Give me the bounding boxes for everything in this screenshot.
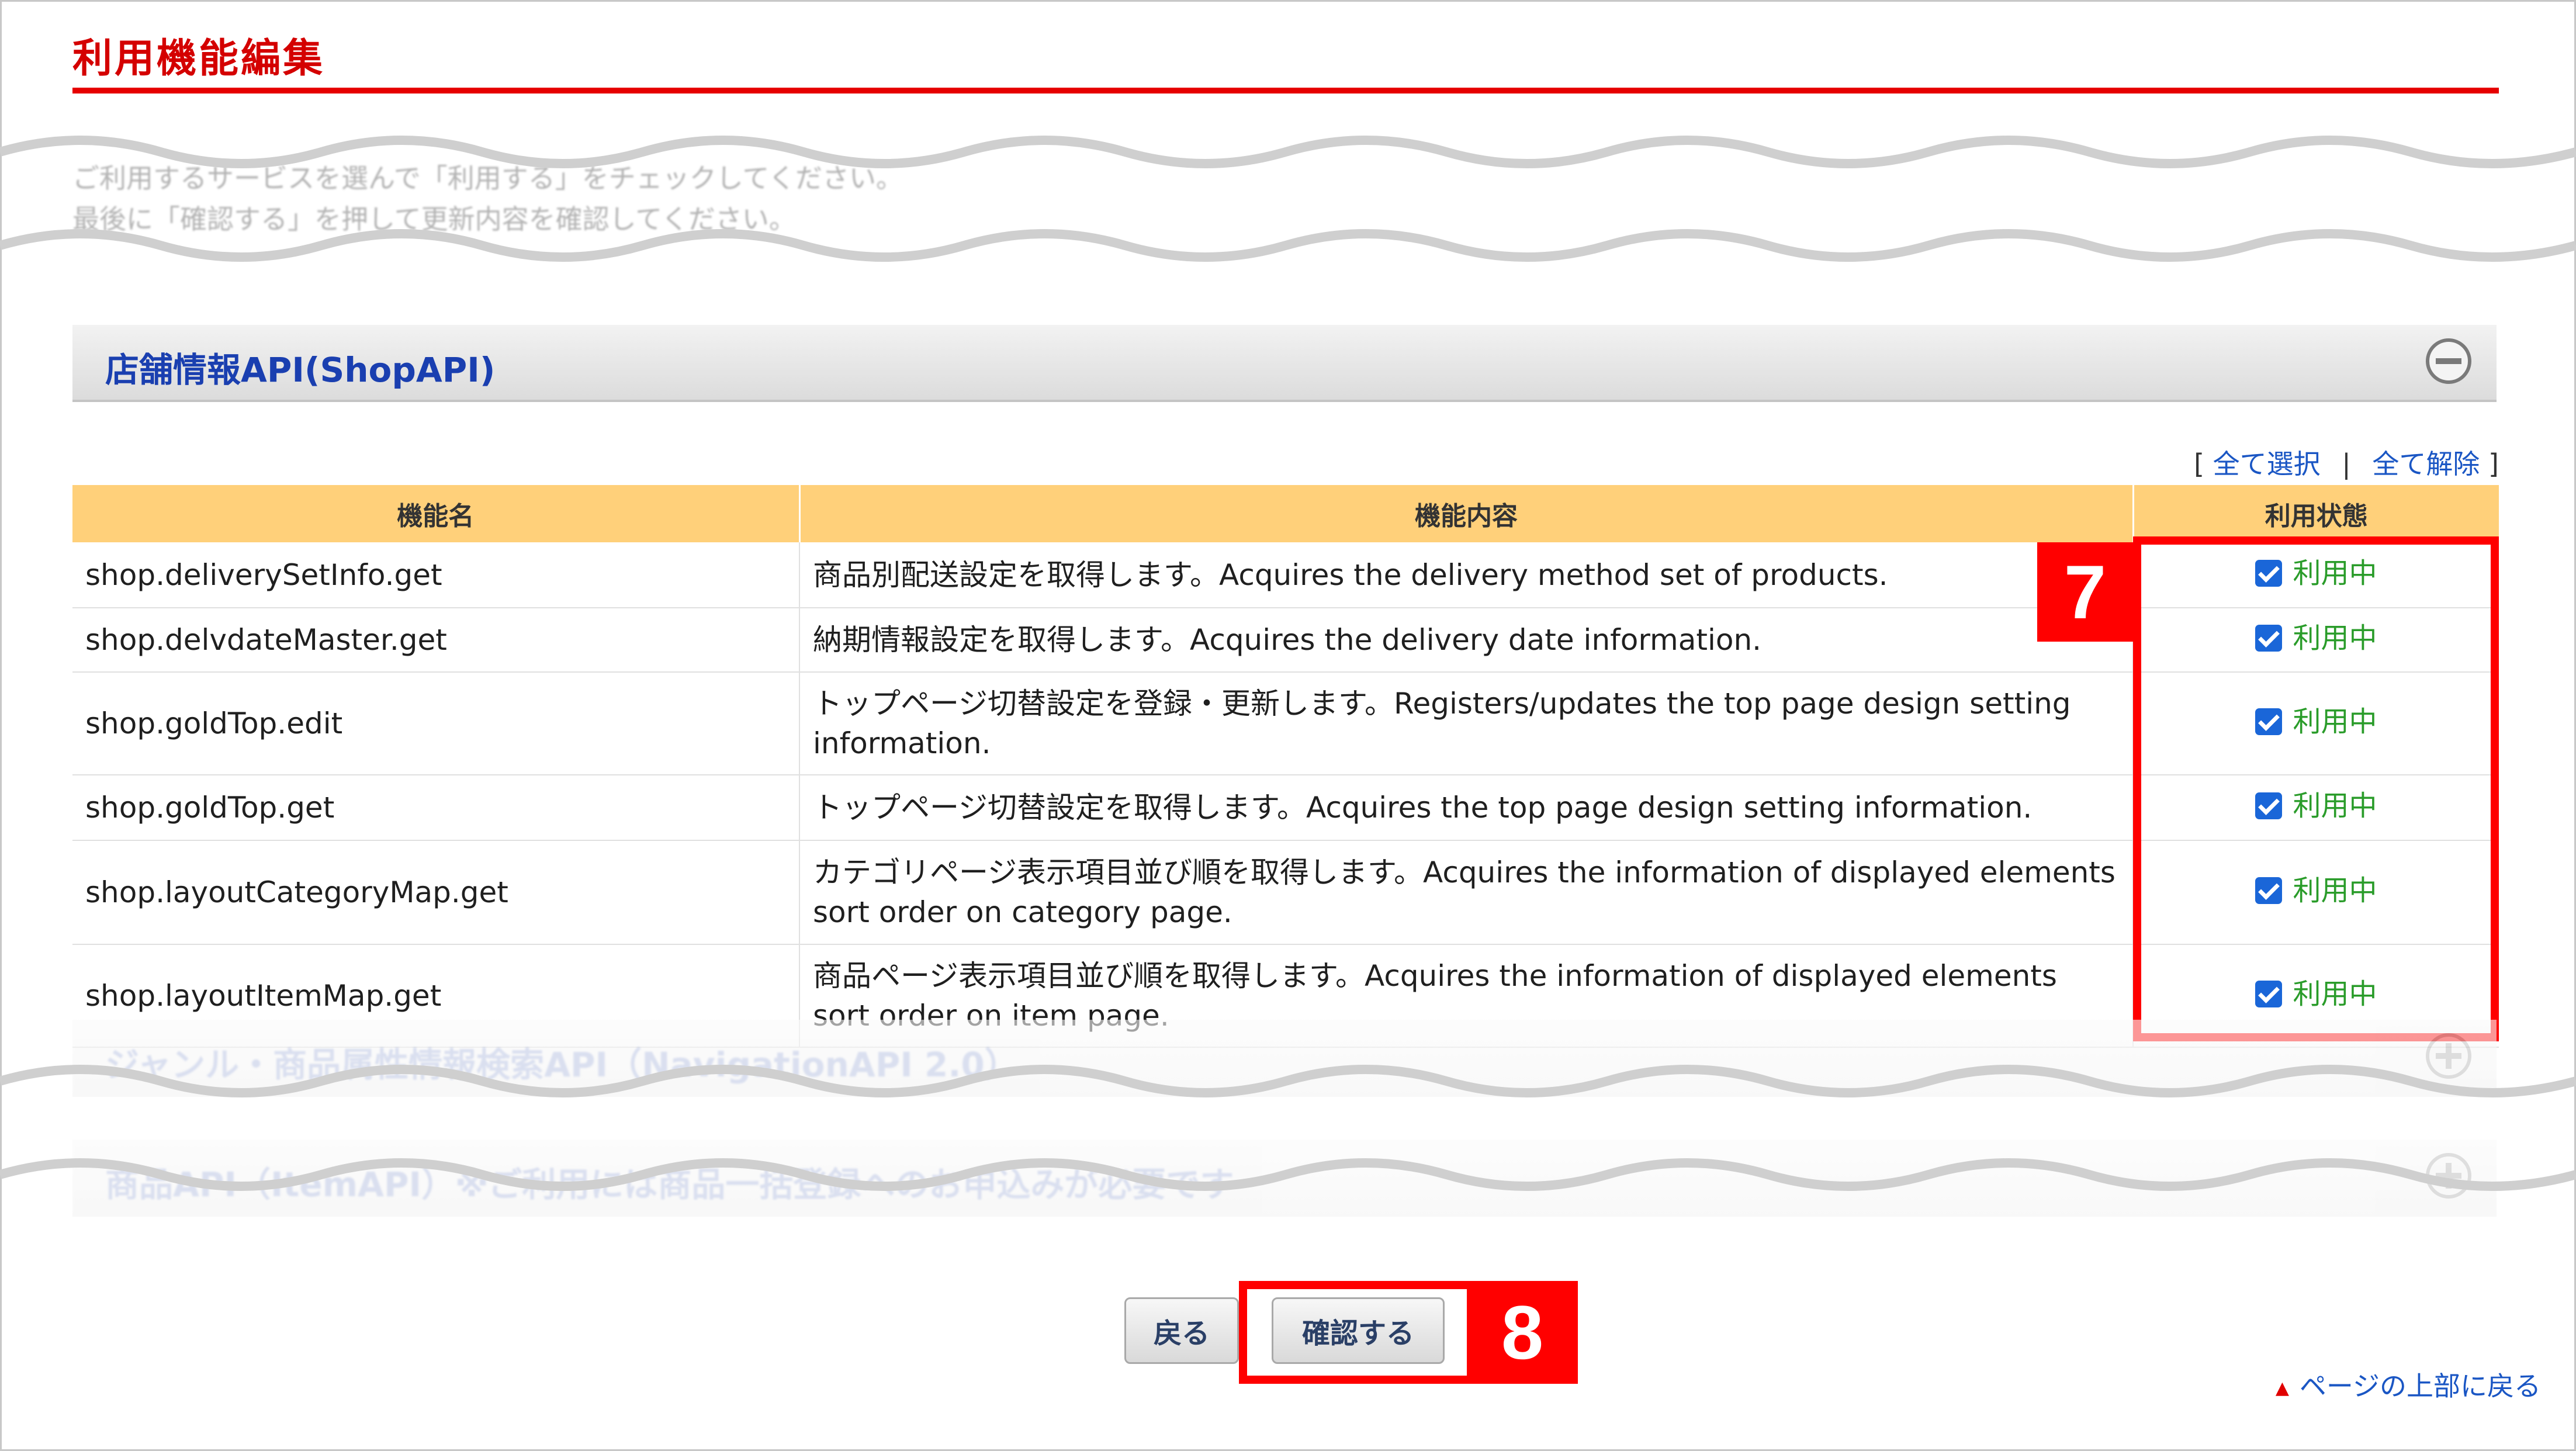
bracket-open: [ xyxy=(2194,448,2205,480)
header-function-name: 機能名 xyxy=(72,485,801,542)
highlight-box-status-column xyxy=(2133,536,2499,1041)
triangle-up-icon: ▲ xyxy=(2275,1378,2289,1398)
function-name: shop.goldTop.edit xyxy=(72,672,800,775)
cut-wave-top xyxy=(0,136,2576,262)
section-title: 店舗情報API(ShopAPI) xyxy=(105,350,496,390)
page-top-label: ページの上部に戻る xyxy=(2299,1370,2541,1402)
table-header-row: 機能名 機能内容 利用状態 xyxy=(72,485,2499,542)
function-description: 納期情報設定を取得します。Acquires the delivery date … xyxy=(799,608,2134,673)
header-function-description: 機能内容 xyxy=(799,485,2134,542)
back-button[interactable]: 戻る xyxy=(1124,1297,1239,1364)
minus-circle-icon[interactable] xyxy=(2424,337,2473,386)
bracket-close: ] xyxy=(2488,448,2499,480)
function-description: トップページ切替設定を取得します。Acquires the top page d… xyxy=(799,775,2134,841)
function-name: shop.goldTop.get xyxy=(72,775,800,841)
annotation-badge-8: 8 xyxy=(1467,1281,1578,1384)
page-top-link[interactable]: ▲ ページの上部に戻る xyxy=(2276,1365,2541,1404)
deselect-all-link[interactable]: 全て解除 xyxy=(2372,448,2480,480)
function-name: shop.layoutCategoryMap.get xyxy=(72,840,800,945)
page-title: 利用機能編集 xyxy=(72,36,326,82)
cut-wave-bottom xyxy=(0,1065,2576,1191)
title-divider xyxy=(72,88,2499,93)
function-description: 商品別配送設定を取得します。Acquires the delivery meth… xyxy=(799,542,2134,608)
link-separator: | xyxy=(2342,448,2351,480)
function-name: shop.delvdateMaster.get xyxy=(72,608,800,673)
function-description: トップページ切替設定を登録・更新します。Registers/updates th… xyxy=(799,672,2134,775)
shop-api-section-header[interactable]: 店舗情報API(ShopAPI) xyxy=(72,325,2497,402)
select-all-link[interactable]: 全て選択 xyxy=(2213,448,2321,480)
header-usage-status: 利用状態 xyxy=(2133,485,2499,542)
select-links: [ 全て選択 | 全て解除 ] xyxy=(2194,443,2499,482)
annotation-badge-7: 7 xyxy=(2037,542,2133,642)
function-description: カテゴリページ表示項目並び順を取得します。Acquires the inform… xyxy=(799,840,2134,945)
function-name: shop.deliverySetInfo.get xyxy=(72,542,800,608)
